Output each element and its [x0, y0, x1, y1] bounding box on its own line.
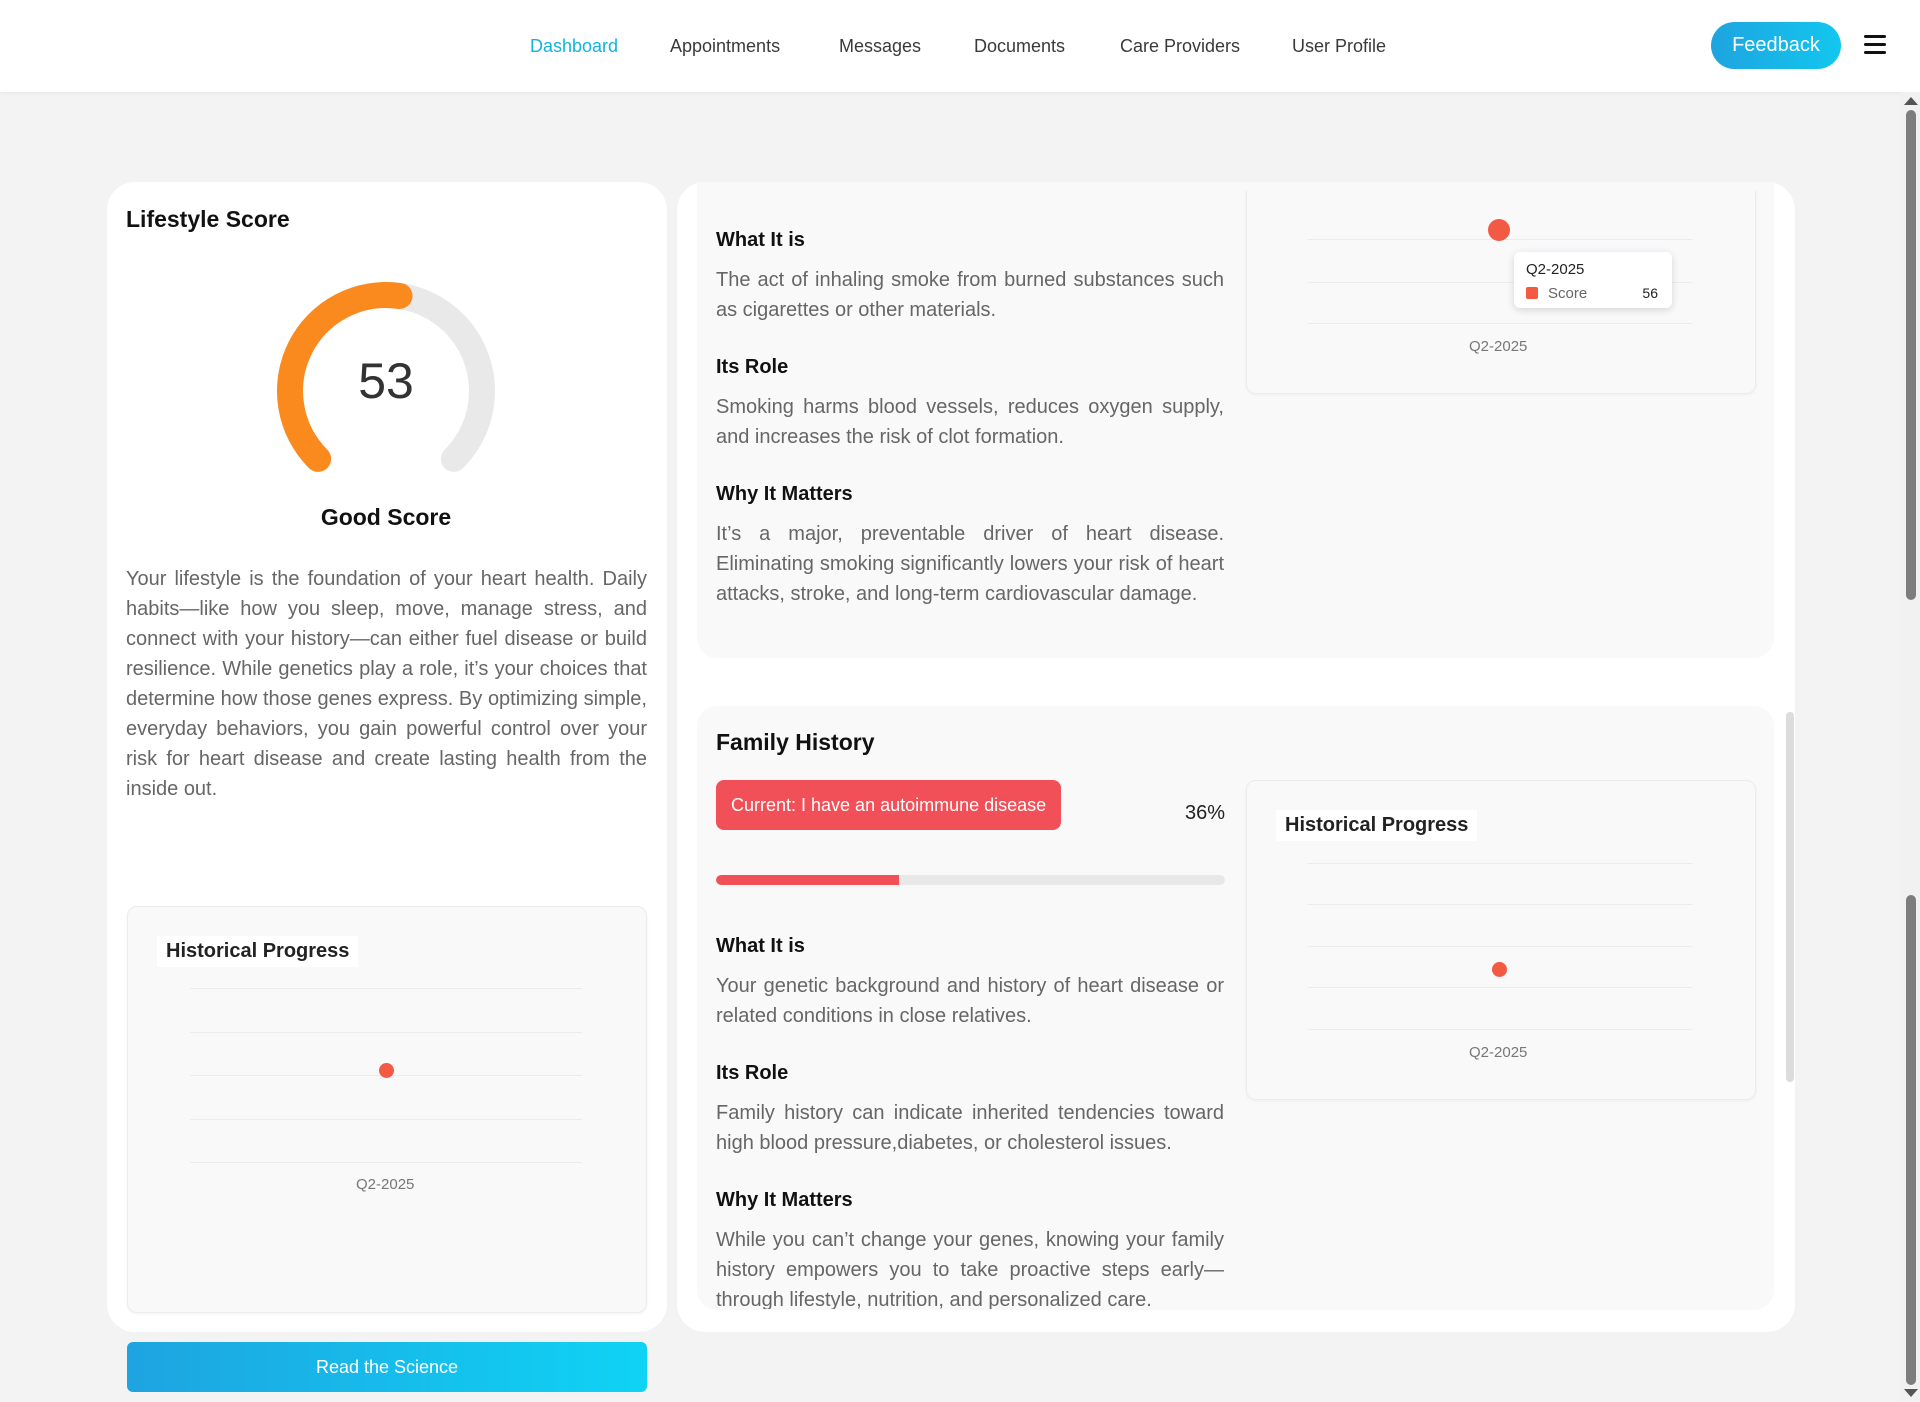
grid-line	[190, 1119, 582, 1120]
scroll-up-arrow-icon[interactable]	[1904, 97, 1918, 105]
x-axis-tick-label: Q2-2025	[1469, 338, 1528, 355]
family-what-text: Your genetic background and history of h…	[716, 975, 1224, 1027]
hamburger-menu-icon[interactable]	[1864, 35, 1886, 55]
family-what-heading: What It is	[716, 935, 805, 957]
nav-care-providers[interactable]: Care Providers	[1120, 36, 1240, 57]
lifestyle-score-title: Lifestyle Score	[126, 206, 290, 232]
lifestyle-score-label: Good Score	[320, 504, 452, 530]
page-scrollbar-thumb-secondary[interactable]	[1906, 895, 1916, 1385]
smoking-what-heading: What It is	[716, 229, 805, 251]
chart-data-point[interactable]	[379, 1063, 394, 1078]
grid-line	[1308, 323, 1692, 324]
smoking-why-text: It’s a major, preventable driver of hear…	[716, 523, 1224, 605]
grid-line	[1308, 946, 1692, 947]
nav-documents[interactable]: Documents	[974, 36, 1065, 57]
tooltip-series-swatch	[1526, 287, 1538, 299]
smoking-why-heading: Why It Matters	[716, 483, 853, 505]
family-historical-progress-title: Historical Progress	[1276, 810, 1478, 841]
grid-line	[1308, 904, 1692, 905]
grid-line	[190, 1032, 582, 1033]
grid-line	[190, 1162, 582, 1163]
family-history-progress-bar	[716, 875, 1225, 885]
grid-line	[1308, 1029, 1692, 1030]
grid-line	[1308, 987, 1692, 988]
chart-data-point[interactable]	[1492, 962, 1507, 977]
chart-data-point-active[interactable]	[1488, 219, 1510, 241]
family-role-text: Family history can indicate inherited te…	[716, 1102, 1224, 1154]
tooltip-value: 56	[1642, 285, 1658, 301]
smoking-role-text: Smoking harms blood vessels, reduces oxy…	[716, 396, 1224, 448]
family-role-heading: Its Role	[716, 1062, 789, 1084]
chart-tooltip: Q2-2025 Score 56	[1514, 252, 1672, 308]
x-axis-tick-label: Q2-2025	[1469, 1044, 1528, 1061]
family-history-progress-fill	[716, 875, 900, 885]
panel-scrollbar[interactable]	[1786, 712, 1794, 1082]
x-axis-tick-label: Q2-2025	[356, 1176, 415, 1193]
scroll-down-arrow-icon[interactable]	[1904, 1389, 1918, 1397]
main-nav: Dashboard Appointments Messages Document…	[0, 0, 1920, 92]
read-the-science-button[interactable]: Read the Science	[127, 1342, 647, 1392]
nav-messages[interactable]: Messages	[839, 36, 921, 57]
lifestyle-historical-progress-title: Historical Progress	[157, 936, 359, 967]
grid-line	[190, 988, 582, 989]
lifestyle-historical-progress-card	[127, 906, 647, 1313]
smoking-role-heading: Its Role	[716, 356, 789, 378]
page-scrollbar-thumb[interactable]	[1906, 110, 1916, 600]
tooltip-series-name: Score	[1548, 285, 1588, 302]
feedback-button[interactable]: Feedback	[1711, 22, 1841, 69]
smoking-what-text: The act of inhaling smoke from burned su…	[716, 269, 1224, 321]
grid-line	[1308, 863, 1692, 864]
nav-dashboard[interactable]: Dashboard	[530, 36, 618, 57]
family-why-heading: Why It Matters	[716, 1189, 853, 1211]
family-why-text: While you can’t change your genes, knowi…	[716, 1229, 1224, 1309]
family-history-current-badge: Current: I have an autoimmune disease	[716, 780, 1062, 830]
tooltip-date: Q2-2025	[1526, 261, 1585, 278]
nav-user-profile[interactable]: User Profile	[1292, 36, 1386, 57]
lifestyle-description: Your lifestyle is the foundation of your…	[126, 568, 647, 800]
lifestyle-score-value: 53	[358, 353, 414, 409]
family-history-percent: 36%	[1184, 802, 1225, 824]
nav-appointments[interactable]: Appointments	[670, 36, 780, 57]
family-history-title: Family History	[716, 729, 875, 755]
